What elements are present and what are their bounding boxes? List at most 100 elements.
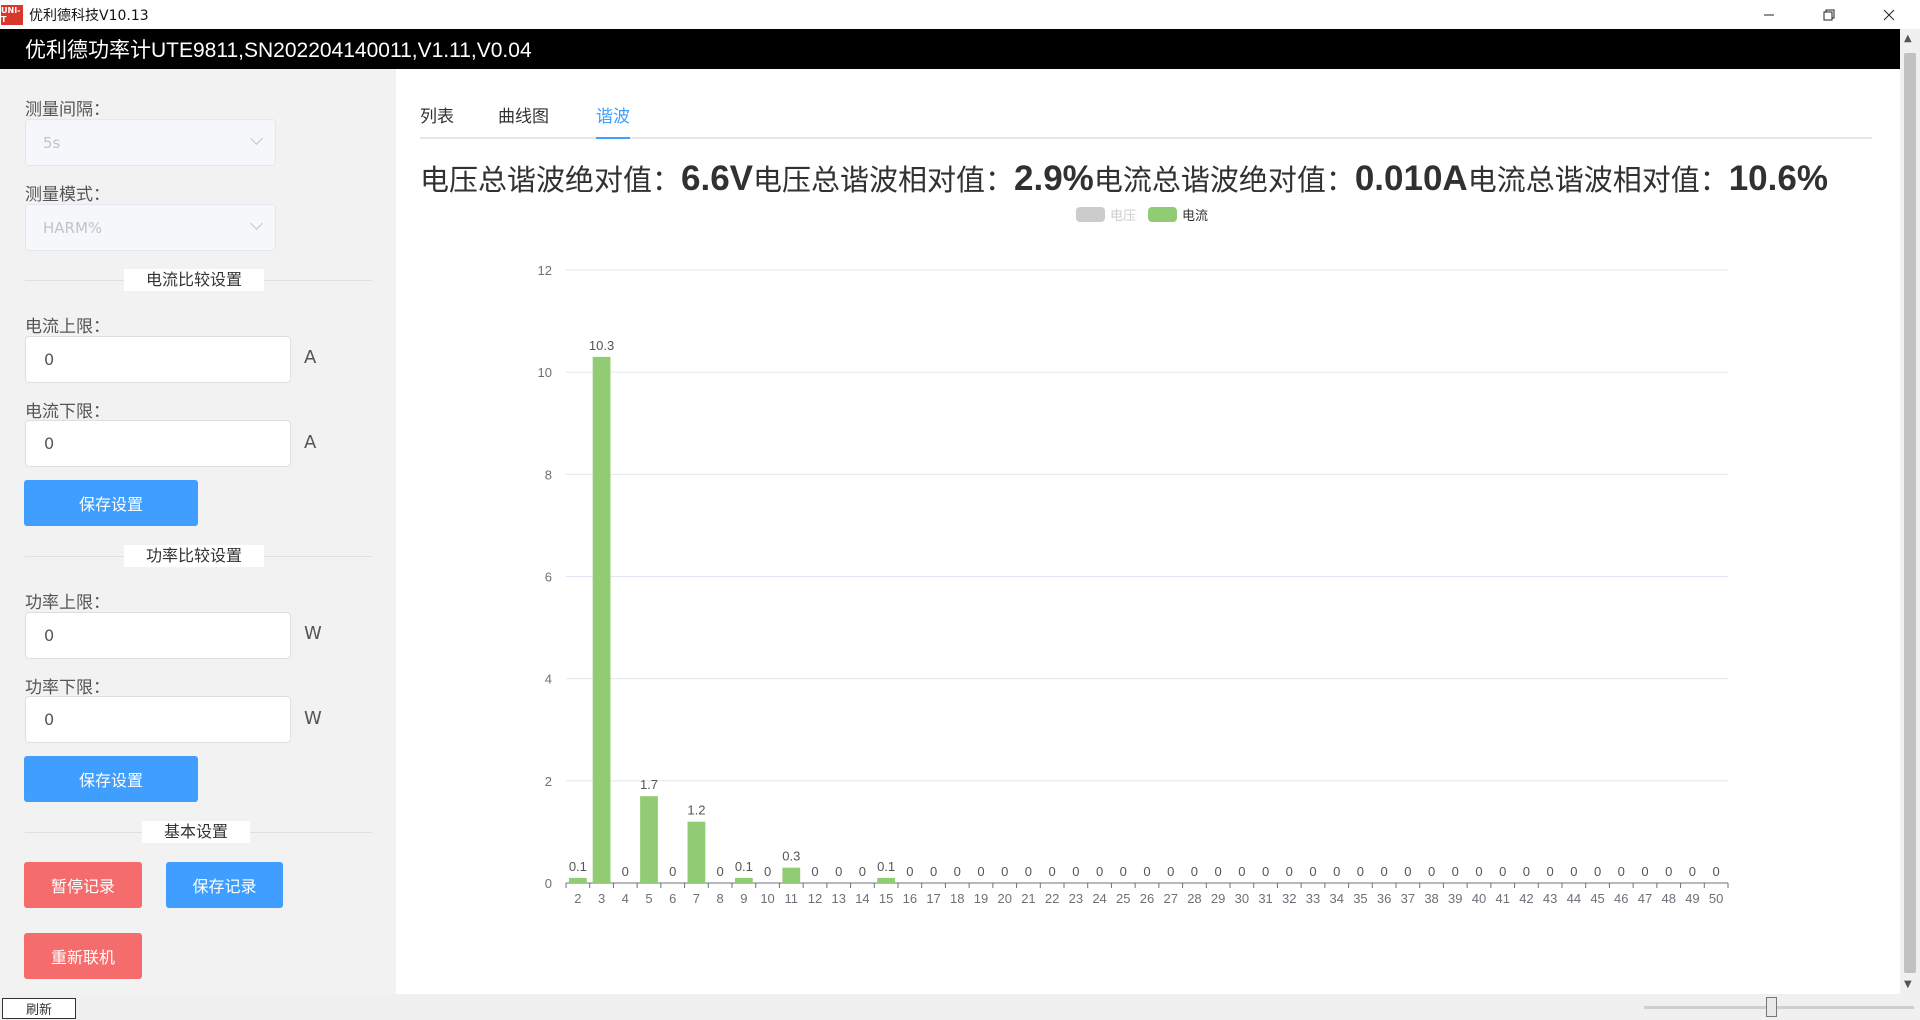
app-logo-icon: UNI-T [1, 4, 23, 25]
power-upper-unit: W [304, 623, 322, 644]
x-tick-label: 22 [1045, 891, 1059, 906]
scroll-up-icon[interactable]: ▲ [1904, 33, 1912, 44]
bar-data-label: 0 [811, 864, 818, 879]
power-upper-label: 功率上限： [25, 593, 110, 613]
current-upper-value: 0 [44, 350, 55, 369]
interval-value: 5s [43, 133, 61, 152]
scroll-down-icon[interactable]: ▼ [1904, 979, 1912, 990]
x-tick-label: 48 [1661, 891, 1675, 906]
minimize-button[interactable] [1740, 0, 1798, 29]
bar [782, 867, 801, 883]
x-tick-label: 46 [1614, 891, 1628, 906]
bar-data-label: 0 [1523, 864, 1530, 879]
x-tick-label: 18 [950, 891, 964, 906]
x-tick-label: 36 [1377, 891, 1391, 906]
current-upper-unit: A [304, 347, 317, 368]
bar-data-label: 0 [1143, 864, 1150, 879]
x-tick-label: 42 [1519, 891, 1533, 906]
x-tick-label: 9 [740, 891, 747, 906]
bar-data-label: 0 [1357, 864, 1364, 879]
scrollbar-thumb[interactable] [1904, 53, 1916, 973]
current-upper-label: 电流上限： [25, 317, 110, 337]
current-lower-value: 0 [44, 434, 55, 453]
close-icon [1883, 9, 1895, 20]
y-tick-label: 4 [545, 672, 552, 687]
save-current-settings-button[interactable]: 保存设置 [24, 480, 198, 526]
save-power-settings-button[interactable]: 保存设置 [24, 756, 198, 802]
x-tick-label: 49 [1685, 891, 1699, 906]
power-lower-label: 功率下限： [25, 678, 110, 698]
x-tick-label: 35 [1353, 891, 1367, 906]
minimize-icon [1764, 14, 1774, 15]
bar-data-label: 0 [906, 864, 913, 879]
y-tick-label: 0 [545, 876, 552, 891]
basic-section-title: 基本设置 [142, 821, 251, 843]
bar-data-label: 0 [1618, 864, 1625, 879]
zoom-slider[interactable] [1644, 997, 1914, 1017]
mode-value: HARM% [43, 218, 103, 237]
x-tick-label: 7 [693, 891, 700, 906]
x-tick-label: 8 [717, 891, 724, 906]
main-content: 列表 曲线图 谐波 电压总谐波绝对值：6.6V电压总谐波相对值：2.9%电流总谐… [396, 69, 1900, 994]
save-record-button[interactable]: 保存记录 [166, 862, 283, 908]
current-lower-input[interactable]: 0 [25, 420, 291, 467]
x-tick-label: 30 [1235, 891, 1249, 906]
bar-data-label: 1.2 [687, 803, 705, 818]
x-tick-label: 29 [1211, 891, 1225, 906]
interval-select[interactable]: 5s [25, 119, 276, 166]
x-tick-label: 34 [1329, 891, 1343, 906]
x-tick-label: 14 [855, 891, 869, 906]
x-tick-label: 38 [1424, 891, 1438, 906]
bar-data-label: 0 [1475, 864, 1482, 879]
y-tick-label: 12 [538, 263, 552, 278]
status-bar: 刷新 [0, 994, 1920, 1020]
restore-button[interactable] [1800, 0, 1858, 29]
bar-data-label: 0 [1594, 864, 1601, 879]
slider-handle[interactable] [1766, 997, 1777, 1017]
bar-data-label: 0 [1713, 864, 1720, 879]
y-tick-label: 8 [545, 467, 552, 482]
x-tick-label: 45 [1590, 891, 1604, 906]
bar-data-label: 10.3 [589, 338, 614, 353]
bar-data-label: 0 [1689, 864, 1696, 879]
mode-select[interactable]: HARM% [25, 204, 276, 251]
interval-label: 测量间隔： [25, 100, 110, 120]
x-tick-label: 32 [1282, 891, 1296, 906]
x-tick-label: 5 [645, 891, 652, 906]
bar-data-label: 0 [1499, 864, 1506, 879]
power-section-title: 功率比较设置 [124, 545, 265, 567]
power-lower-input[interactable]: 0 [25, 696, 291, 743]
x-tick-label: 16 [903, 891, 917, 906]
power-lower-unit: W [304, 708, 322, 729]
chevron-down-icon [250, 217, 263, 230]
x-tick-label: 6 [669, 891, 676, 906]
bar-data-label: 0.1 [569, 859, 587, 874]
close-button[interactable] [1860, 0, 1918, 29]
bar [592, 356, 611, 883]
vertical-scrollbar[interactable]: ▲ ▼ [1900, 29, 1920, 994]
current-upper-input[interactable]: 0 [25, 336, 291, 383]
x-tick-label: 41 [1495, 891, 1509, 906]
power-upper-input[interactable]: 0 [25, 612, 291, 659]
bar-data-label: 0 [1025, 864, 1032, 879]
refresh-button[interactable]: 刷新 [2, 998, 76, 1019]
bar-data-label: 0 [1428, 864, 1435, 879]
x-tick-label: 2 [574, 891, 581, 906]
x-tick-label: 31 [1258, 891, 1272, 906]
x-tick-label: 26 [1140, 891, 1154, 906]
x-tick-label: 23 [1069, 891, 1083, 906]
x-tick-label: 33 [1306, 891, 1320, 906]
power-upper-value: 0 [44, 626, 55, 645]
x-tick-label: 20 [997, 891, 1011, 906]
pause-record-button[interactable]: 暂停记录 [24, 862, 142, 908]
reconnect-button[interactable]: 重新联机 [24, 933, 142, 979]
x-tick-label: 25 [1116, 891, 1130, 906]
bar [687, 821, 706, 883]
bar-data-label: 0 [1191, 864, 1198, 879]
bar-data-label: 0 [1570, 864, 1577, 879]
x-tick-label: 4 [622, 891, 629, 906]
x-tick-label: 12 [808, 891, 822, 906]
x-tick-label: 44 [1567, 891, 1581, 906]
x-tick-label: 10 [760, 891, 774, 906]
x-tick-label: 50 [1709, 891, 1723, 906]
